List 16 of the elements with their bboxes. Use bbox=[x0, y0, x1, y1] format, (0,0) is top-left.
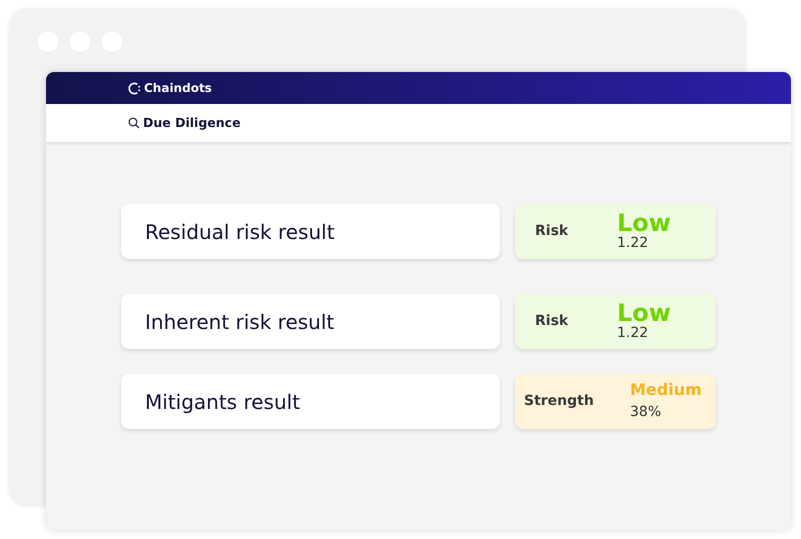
rating-text: Low bbox=[617, 211, 671, 236]
rating-text: Low bbox=[617, 301, 671, 326]
result-title: Inherent risk result bbox=[121, 294, 500, 349]
result-title: Residual risk result bbox=[121, 204, 500, 259]
metric-label: Risk bbox=[535, 222, 570, 241]
result-title: Mitigants result bbox=[121, 374, 500, 429]
score-value: 38% bbox=[630, 404, 662, 421]
logo-icon bbox=[128, 82, 141, 94]
nav-link[interactable]: Due Diligence bbox=[143, 114, 241, 132]
rating-text: Medium bbox=[630, 382, 702, 398]
search-icon bbox=[128, 117, 140, 129]
score-value: 1.22 bbox=[617, 325, 650, 342]
brand-name: Chaindots bbox=[144, 80, 212, 97]
metric-label: Risk bbox=[535, 312, 570, 331]
score-value: 1.22 bbox=[617, 235, 650, 252]
metric-label: Strength bbox=[524, 392, 595, 411]
